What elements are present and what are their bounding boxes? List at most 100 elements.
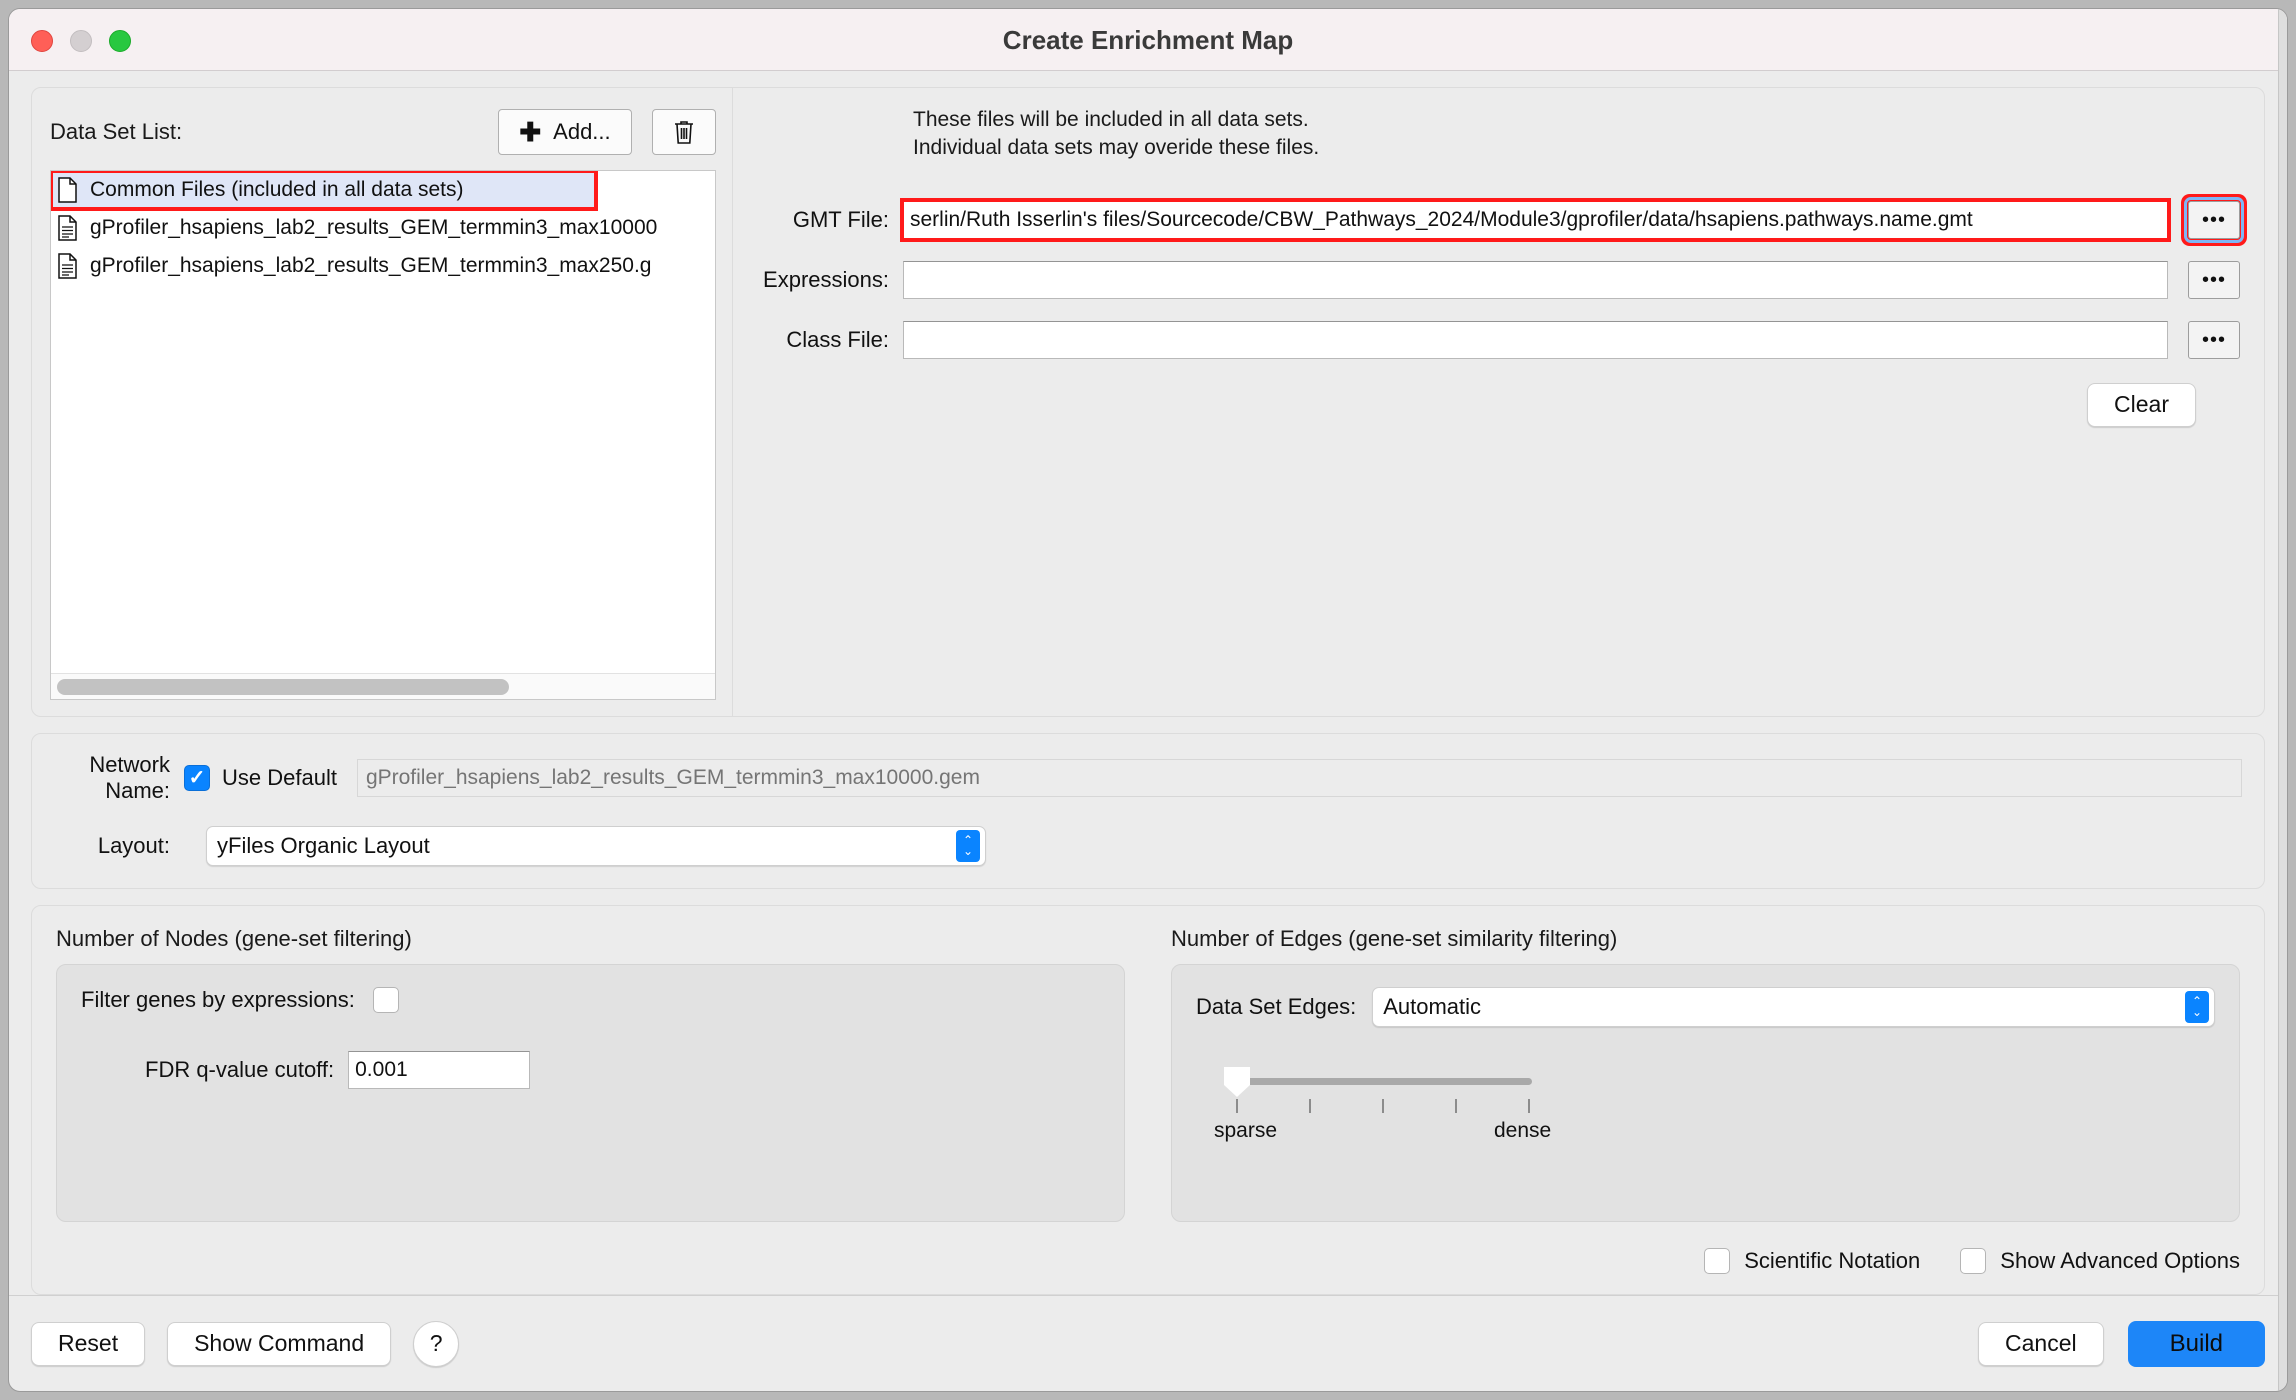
expressions-input[interactable] bbox=[903, 260, 2168, 299]
nodes-column: Number of Nodes (gene-set filtering) Fil… bbox=[56, 926, 1125, 1222]
delete-dataset-button[interactable] bbox=[652, 109, 716, 155]
network-settings-group: Network Name: Use Default Layout: yFiles… bbox=[31, 733, 2265, 889]
footer-right-buttons: Cancel Build bbox=[1978, 1320, 2265, 1367]
data-set-edges-label: Data Set Edges: bbox=[1196, 994, 1357, 1019]
list-item-label: gProfiler_hsapiens_lab2_results_GEM_term… bbox=[90, 216, 658, 239]
use-default-checkbox[interactable] bbox=[184, 765, 210, 791]
help-button[interactable]: ? bbox=[413, 1320, 460, 1367]
list-item-label: gProfiler_hsapiens_lab2_results_GEM_term… bbox=[90, 254, 652, 277]
network-name-label: Network Name: bbox=[89, 752, 170, 803]
network-name-input[interactable] bbox=[356, 759, 2242, 797]
list-horizontal-scrollbar[interactable] bbox=[51, 673, 715, 699]
gmt-browse-button[interactable]: ••• bbox=[2184, 196, 2244, 243]
data-set-list-buttons: ✚ Add... bbox=[498, 109, 716, 155]
edge-density-slider[interactable]: sparse dense bbox=[1196, 1067, 1551, 1147]
common-files-pane: These files will be included in all data… bbox=[732, 88, 2264, 716]
gmt-file-label: GMT File: bbox=[792, 206, 889, 232]
trash-icon bbox=[675, 121, 693, 144]
data-set-edges-value: Automatic bbox=[1383, 994, 1482, 1019]
edges-title: Number of Edges (gene-set similarity fil… bbox=[1171, 926, 1618, 951]
filter-genes-checkbox[interactable] bbox=[372, 987, 399, 1013]
build-button[interactable]: Build bbox=[2127, 1320, 2265, 1367]
layout-select-value: yFiles Organic Layout bbox=[217, 833, 430, 858]
window-title: Create Enrichment Map bbox=[1002, 25, 1294, 55]
data-set-list-box[interactable]: Common Files (included in all data sets)… bbox=[50, 170, 716, 700]
list-item[interactable]: gProfiler_hsapiens_lab2_results_GEM_term… bbox=[51, 247, 715, 285]
minimize-button[interactable] bbox=[70, 30, 92, 52]
cancel-button[interactable]: Cancel bbox=[1978, 1321, 2104, 1366]
expressions-label: Expressions: bbox=[763, 266, 889, 292]
traffic-lights bbox=[31, 30, 131, 52]
edges-column: Number of Edges (gene-set similarity fil… bbox=[1171, 926, 2240, 1222]
text-file-icon bbox=[58, 253, 77, 279]
clear-button[interactable]: Clear bbox=[2087, 382, 2196, 427]
slider-tick bbox=[1455, 1099, 1457, 1113]
slider-min-label: sparse bbox=[1214, 1119, 1278, 1142]
add-dataset-label: Add... bbox=[553, 119, 611, 144]
text-file-icon bbox=[58, 215, 77, 241]
show-advanced-options-label: Show Advanced Options bbox=[2000, 1248, 2240, 1273]
gmt-file-row: GMT File: ••• bbox=[753, 196, 2244, 243]
slider-max-label: dense bbox=[1494, 1119, 1552, 1142]
class-file-input[interactable] bbox=[903, 320, 2168, 359]
slider-tick bbox=[1236, 1099, 1238, 1113]
zoom-button[interactable] bbox=[109, 30, 131, 52]
list-item[interactable]: Common Files (included in all data sets) bbox=[51, 171, 598, 211]
slider-tick bbox=[1528, 1099, 1530, 1113]
network-name-row: Network Name: Use Default bbox=[44, 752, 2242, 804]
reset-button[interactable]: Reset bbox=[31, 1321, 146, 1366]
data-set-list-label: Data Set List: bbox=[50, 119, 183, 144]
layout-row: Layout: yFiles Organic Layout ⌃ ⌄ bbox=[44, 826, 2242, 866]
clear-row: Clear bbox=[753, 382, 2240, 427]
list-item-label: Common Files (included in all data sets) bbox=[90, 178, 464, 201]
fdr-cutoff-input[interactable] bbox=[348, 1051, 531, 1089]
scientific-notation-label: Scientific Notation bbox=[1744, 1248, 1921, 1273]
common-files-note-line1: These files will be included in all data… bbox=[913, 108, 1309, 131]
class-file-browse-button[interactable]: ••• bbox=[2188, 320, 2240, 359]
slider-tick bbox=[1309, 1099, 1311, 1113]
datasets-and-common-files-group: Data Set List: ✚ Add... Common Files (in… bbox=[31, 87, 2265, 717]
slider-labels: sparse dense bbox=[1214, 1119, 1551, 1147]
filter-genes-row: Filter genes by expressions: bbox=[81, 987, 1100, 1013]
expressions-browse-button[interactable]: ••• bbox=[2188, 260, 2240, 299]
close-button[interactable] bbox=[31, 30, 53, 52]
slider-ticks bbox=[1224, 1099, 1536, 1115]
filtering-group: Number of Nodes (gene-set filtering) Fil… bbox=[31, 905, 2265, 1295]
data-set-edges-select[interactable]: Automatic ⌃ ⌄ bbox=[1372, 987, 2215, 1027]
slider-thumb[interactable] bbox=[1224, 1067, 1250, 1097]
add-dataset-button[interactable]: ✚ Add... bbox=[498, 109, 632, 155]
window-right-edge bbox=[2278, 9, 2287, 1391]
show-command-button[interactable]: Show Command bbox=[167, 1321, 392, 1366]
chevron-updown-icon: ⌃ ⌄ bbox=[956, 830, 980, 862]
list-item[interactable]: gProfiler_hsapiens_lab2_results_GEM_term… bbox=[51, 209, 715, 247]
scrollbar-thumb[interactable] bbox=[57, 679, 509, 695]
layout-select[interactable]: yFiles Organic Layout ⌃ ⌄ bbox=[206, 826, 986, 866]
common-files-note: These files will be included in all data… bbox=[913, 106, 2240, 163]
class-file-row: Class File: ••• bbox=[753, 320, 2240, 359]
fdr-row: FDR q-value cutoff: bbox=[81, 1051, 1100, 1089]
common-files-note-line2: Individual data sets may overide these f… bbox=[913, 136, 1320, 160]
scientific-notation-option[interactable]: Scientific Notation bbox=[1704, 1248, 1920, 1274]
edges-panel: Data Set Edges: Automatic ⌃ ⌄ sparse den… bbox=[1171, 964, 2240, 1222]
filter-genes-label: Filter genes by expressions: bbox=[81, 987, 355, 1012]
slider-track-row bbox=[1224, 1067, 1536, 1097]
data-set-edges-row: Data Set Edges: Automatic ⌃ ⌄ bbox=[1196, 987, 2215, 1027]
scientific-notation-checkbox[interactable] bbox=[1704, 1248, 1731, 1274]
blank-file-icon bbox=[58, 177, 77, 203]
dialog-body: Data Set List: ✚ Add... Common Files (in… bbox=[9, 71, 2287, 1295]
plus-icon: ✚ bbox=[519, 117, 542, 147]
data-set-list-pane: Data Set List: ✚ Add... Common Files (in… bbox=[32, 88, 732, 716]
create-enrichment-map-dialog: Create Enrichment Map Data Set List: ✚ A… bbox=[8, 8, 2288, 1392]
show-advanced-options-option[interactable]: Show Advanced Options bbox=[1960, 1248, 2240, 1274]
show-advanced-options-checkbox[interactable] bbox=[1960, 1248, 1987, 1274]
nodes-panel: Filter genes by expressions: FDR q-value… bbox=[56, 964, 1125, 1222]
fdr-label: FDR q-value cutoff: bbox=[145, 1057, 335, 1082]
bottom-options: Scientific Notation Show Advanced Option… bbox=[56, 1248, 2240, 1278]
layout-label: Layout: bbox=[97, 833, 170, 858]
use-default-label: Use Default bbox=[222, 765, 337, 790]
footer-left-buttons: Reset Show Command ? bbox=[31, 1320, 460, 1367]
nodes-title: Number of Nodes (gene-set filtering) bbox=[56, 926, 412, 951]
data-set-list-header: Data Set List: ✚ Add... bbox=[50, 106, 716, 158]
gmt-file-input[interactable] bbox=[900, 197, 2171, 242]
slider-track[interactable] bbox=[1232, 1078, 1532, 1085]
